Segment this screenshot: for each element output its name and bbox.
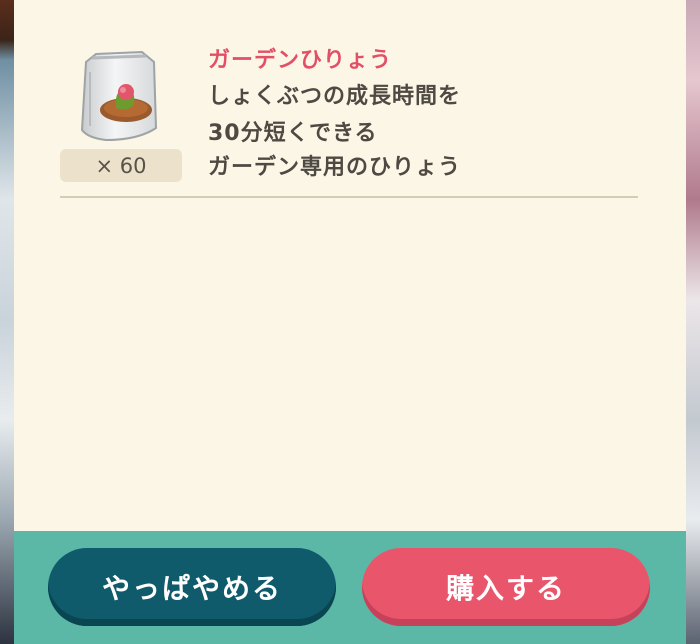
game-background-right <box>686 0 700 644</box>
game-background-left <box>0 0 14 644</box>
description-line-3: ガーデン専用のひりょう <box>208 155 462 180</box>
buy-button[interactable]: 購入する <box>362 548 650 626</box>
item-name: ガーデンひりょう <box>208 48 393 73</box>
description-line-1: しょくぶつの成長時間を <box>208 84 462 109</box>
divider <box>60 196 638 198</box>
quantity-badge: × 60 <box>60 149 182 182</box>
fertilizer-bag-icon <box>76 48 162 144</box>
description-line-2: 30分短くできる <box>208 121 378 146</box>
cancel-button[interactable]: やっぱやめる <box>48 548 336 626</box>
